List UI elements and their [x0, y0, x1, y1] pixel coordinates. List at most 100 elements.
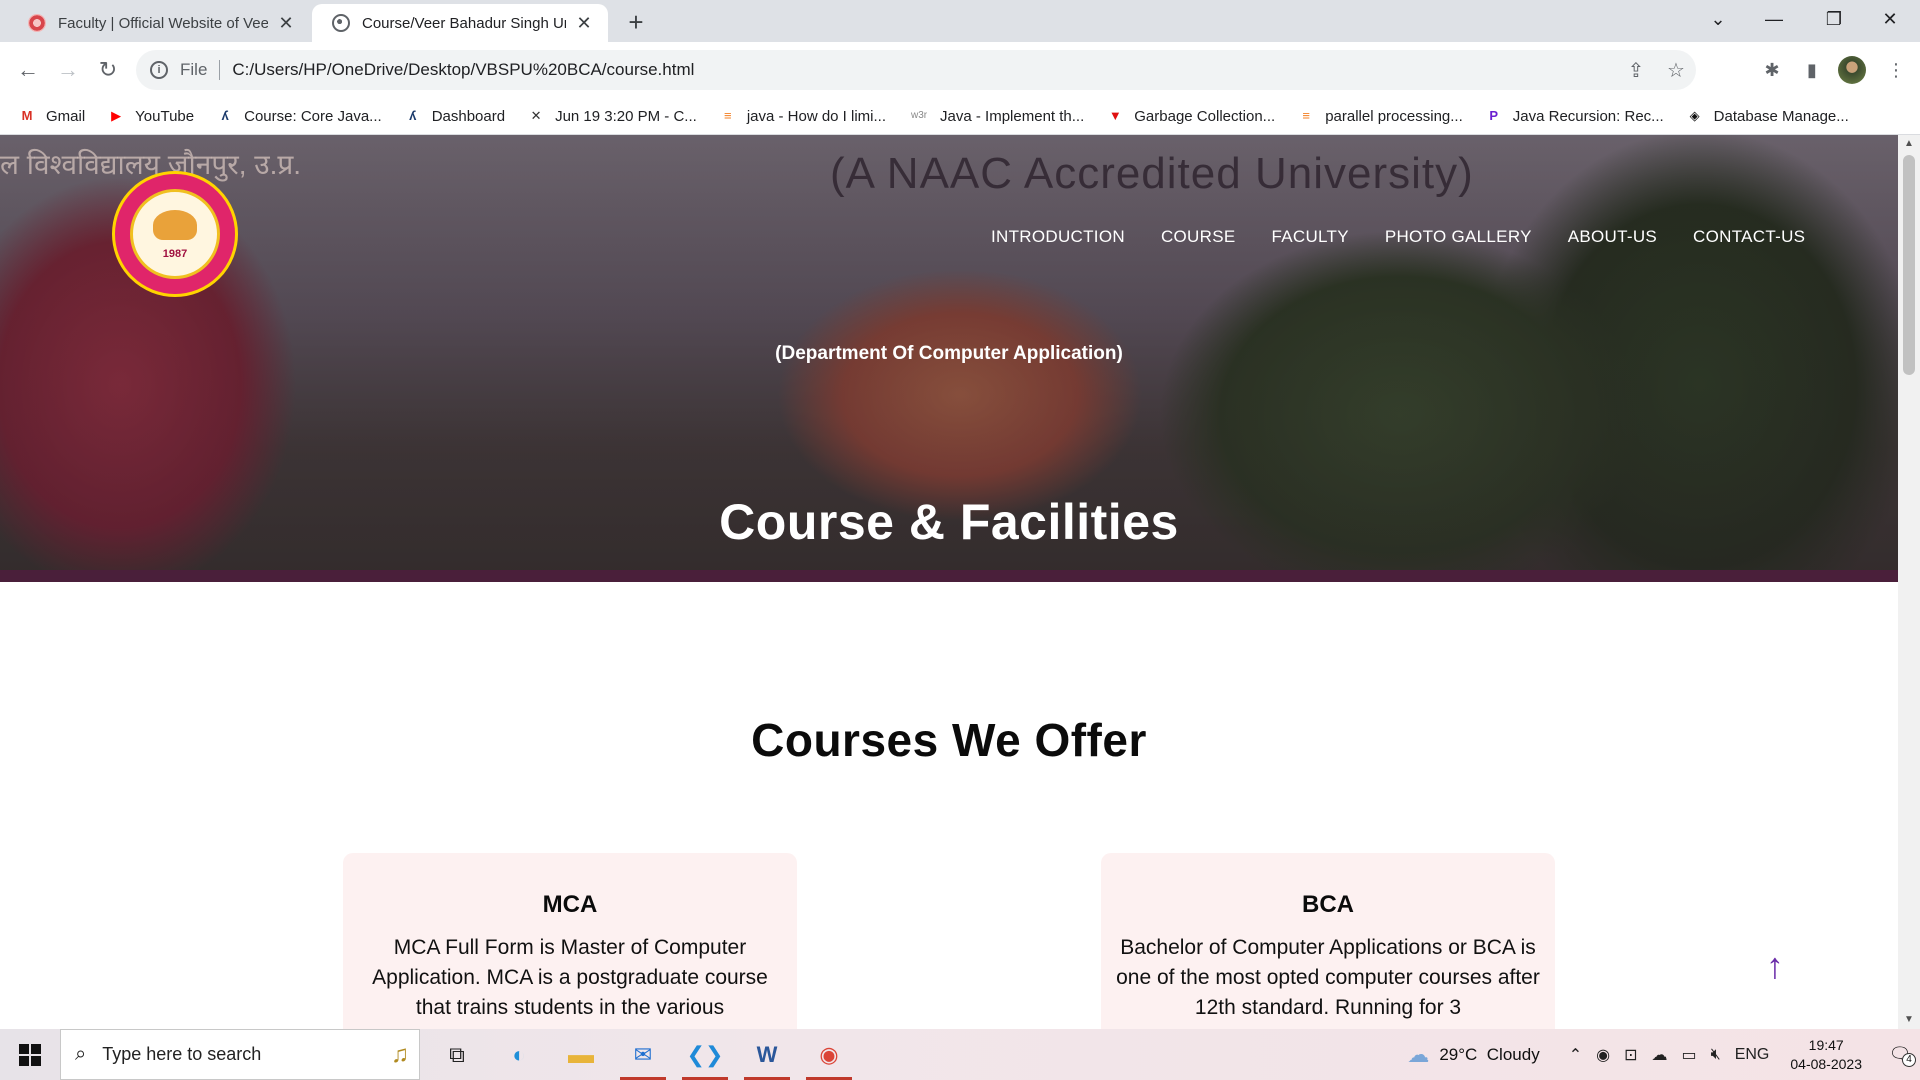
chrome-menu-icon[interactable]: ⋮	[1880, 54, 1912, 86]
windows-taskbar: ⌕ Type here to search ♫ ⧉ ◐ ▬ ✉ ❮❯ W ◉ ☁ 29°C …	[0, 1029, 1920, 1080]
bookmark-label: Gmail	[46, 107, 86, 125]
bookmark-item[interactable]: ≡ java - How do I limi...	[719, 108, 886, 125]
bookmark-label: parallel processing...	[1325, 107, 1463, 125]
back-button[interactable]: ←	[12, 54, 44, 86]
bookmark-item[interactable]: ʎ Course: Core Java...	[216, 108, 382, 125]
profile-avatar[interactable]	[1838, 56, 1866, 84]
hero-banner: ल विश्वविद्यालय जौनपुर, उ.प्र. (A NAAC A…	[0, 135, 1898, 582]
address-bar[interactable]: i File C:/Users/HP/OneDrive/Desktop/VBSP…	[136, 50, 1696, 90]
nav-photo-gallery[interactable]: PHOTO GALLERY	[1385, 227, 1532, 247]
garbage-icon: ▼	[1108, 108, 1122, 123]
bookmark-item[interactable]: ʎ Dashboard	[404, 108, 505, 125]
bookmark-star-icon[interactable]: ☆	[1656, 58, 1696, 83]
reload-button[interactable]: ↻	[92, 54, 124, 86]
notification-count: 4	[1902, 1053, 1916, 1067]
logo-emblem	[130, 189, 220, 279]
close-tab-icon[interactable]: ✕	[574, 13, 594, 34]
bookmark-item[interactable]: ▼ Garbage Collection...	[1106, 108, 1275, 125]
minimize-button[interactable]: —	[1746, 0, 1802, 40]
nav-course[interactable]: COURSE	[1161, 227, 1236, 247]
bookmark-label: YouTube	[135, 107, 195, 125]
clock[interactable]: 19:47 04-08-2023	[1790, 1036, 1862, 1074]
forward-button[interactable]: →	[52, 54, 84, 86]
bookmark-label: Garbage Collection...	[1134, 107, 1276, 125]
side-panel-icon[interactable]: ▮	[1796, 54, 1828, 86]
bookmark-item[interactable]: M Gmail	[18, 107, 86, 125]
meet-icon[interactable]: ⊡	[1624, 1045, 1637, 1065]
bookmark-item[interactable]: w3r Java - Implement th...	[908, 108, 1084, 125]
language-indicator[interactable]: ENG	[1735, 1046, 1770, 1064]
bookmark-label: Java Recursion: Rec...	[1512, 107, 1664, 125]
browser-toolbar: ← → ↻ i File C:/Users/HP/OneDrive/Deskto…	[0, 42, 1920, 98]
bookmark-item[interactable]: P Java Recursion: Rec...	[1485, 107, 1664, 125]
course-title: BCA	[1302, 891, 1354, 918]
task-view-icon[interactable]: ⧉	[426, 1029, 488, 1080]
share-icon[interactable]: ⇪	[1616, 58, 1656, 83]
battery-icon[interactable]: ▭	[1681, 1045, 1696, 1065]
course-card-bca[interactable]: BCA Bachelor of Computer Applications or…	[1101, 853, 1555, 1029]
vscode-icon[interactable]: ❮❯	[674, 1029, 736, 1080]
university-logo[interactable]	[112, 171, 238, 297]
onedrive-icon[interactable]: ☁	[1651, 1045, 1667, 1065]
url-text[interactable]: C:/Users/HP/OneDrive/Desktop/VBSPU%20BCA…	[232, 60, 1616, 80]
weather-temp: 29°C	[1439, 1044, 1478, 1064]
bookmark-label: Jun 19 3:20 PM - C...	[555, 107, 697, 125]
page-title: Course & Facilities	[719, 494, 1179, 550]
close-window-button[interactable]: ✕	[1862, 0, 1918, 40]
scroll-up-icon[interactable]: ▲	[1898, 135, 1920, 153]
start-button[interactable]	[0, 1029, 60, 1080]
w3r-icon: w3r	[910, 110, 928, 121]
mail-icon[interactable]: ✉	[612, 1029, 674, 1080]
show-hidden-icons-icon[interactable]: ⌃	[1569, 1045, 1582, 1065]
search-icon: ⌕	[75, 1043, 87, 1065]
new-tab-button[interactable]: +	[620, 6, 652, 38]
department-subtitle: (Department Of Computer Application)	[775, 343, 1123, 364]
weather-widget[interactable]: ☁ 29°C Cloudy	[1407, 1042, 1539, 1068]
tab-title: Faculty | Official Website of Veer Bahad…	[58, 14, 268, 32]
notification-center-icon[interactable]: 🗨︎ 4	[1880, 1044, 1920, 1067]
nav-contact-us[interactable]: CONTACT-US	[1693, 227, 1805, 247]
database-icon: ◈	[1689, 108, 1700, 123]
bookmark-label: Dashboard	[431, 107, 506, 125]
volume-muted-icon[interactable]: 🔇︎	[1711, 1046, 1721, 1064]
chrome-icon[interactable]: ◉	[798, 1029, 860, 1080]
search-placeholder[interactable]: Type here to search	[102, 1044, 391, 1065]
course-card-mca[interactable]: MCA MCA Full Form is Master of Computer …	[343, 853, 797, 1029]
scroll-down-icon[interactable]: ▼	[1898, 1011, 1920, 1029]
site-info-icon[interactable]: i	[150, 61, 168, 79]
bookmarks-bar: M Gmail ▶ YouTube ʎ Course: Core Java... ʎ Dash…	[0, 98, 1920, 135]
recursion-icon: P	[1489, 108, 1499, 123]
page-scrollbar[interactable]: ▲ ▼	[1898, 135, 1920, 1029]
file-explorer-icon[interactable]: ▬	[550, 1029, 612, 1080]
url-scheme: File	[180, 60, 208, 79]
calendar-icon: ✕	[530, 108, 542, 123]
bookmark-item[interactable]: ▶ YouTube	[107, 108, 194, 125]
word-icon[interactable]: W	[736, 1029, 798, 1080]
restore-button[interactable]: ❐	[1806, 0, 1862, 40]
nav-introduction[interactable]: INTRODUCTION	[991, 227, 1125, 247]
nav-faculty[interactable]: FACULTY	[1271, 227, 1348, 247]
tab-strip: Faculty | Official Website of Veer Bahad…	[0, 0, 1920, 42]
back-to-top-icon[interactable]: ↑	[1761, 945, 1789, 987]
search-highlight-icon: ♫	[391, 1040, 409, 1068]
tab-course[interactable]: Course/Veer Bahadur Singh University ✕	[312, 4, 608, 42]
edge-icon[interactable]: ◐	[488, 1029, 550, 1080]
record-icon[interactable]: ◉	[1596, 1045, 1610, 1065]
system-tray: ☁ 29°C Cloudy ⌃ ◉ ⊡ ☁ ▭ 🔇︎ ENG 19:47 04-…	[1407, 1029, 1920, 1080]
scroll-thumb[interactable]	[1903, 155, 1915, 375]
bookmark-label: Course: Core Java...	[244, 107, 382, 125]
youtube-icon: ▶	[111, 108, 122, 123]
extensions-icon[interactable]: ✱	[1756, 54, 1788, 86]
bookmark-item[interactable]: ◈ Database Manage...	[1686, 108, 1849, 125]
bookmark-item[interactable]: ✕ Jun 19 3:20 PM - C...	[527, 108, 697, 125]
tab-faculty[interactable]: Faculty | Official Website of Veer Bahad…	[8, 4, 310, 42]
divider	[219, 60, 221, 80]
close-tab-icon[interactable]: ✕	[276, 13, 296, 34]
tab-search-dropdown-icon[interactable]: ⌄	[1690, 0, 1746, 40]
nav-about-us[interactable]: ABOUT-US	[1568, 227, 1657, 247]
course-description: Bachelor of Computer Applications or BCA…	[1116, 936, 1540, 1019]
course-description: MCA Full Form is Master of Computer Appl…	[372, 936, 768, 1019]
taskbar-search[interactable]: ⌕ Type here to search ♫	[60, 1029, 420, 1080]
bookmark-item[interactable]: ≡ parallel processing...	[1297, 107, 1463, 125]
naac-banner-text: (A NAAC Accredited University)	[830, 149, 1474, 198]
